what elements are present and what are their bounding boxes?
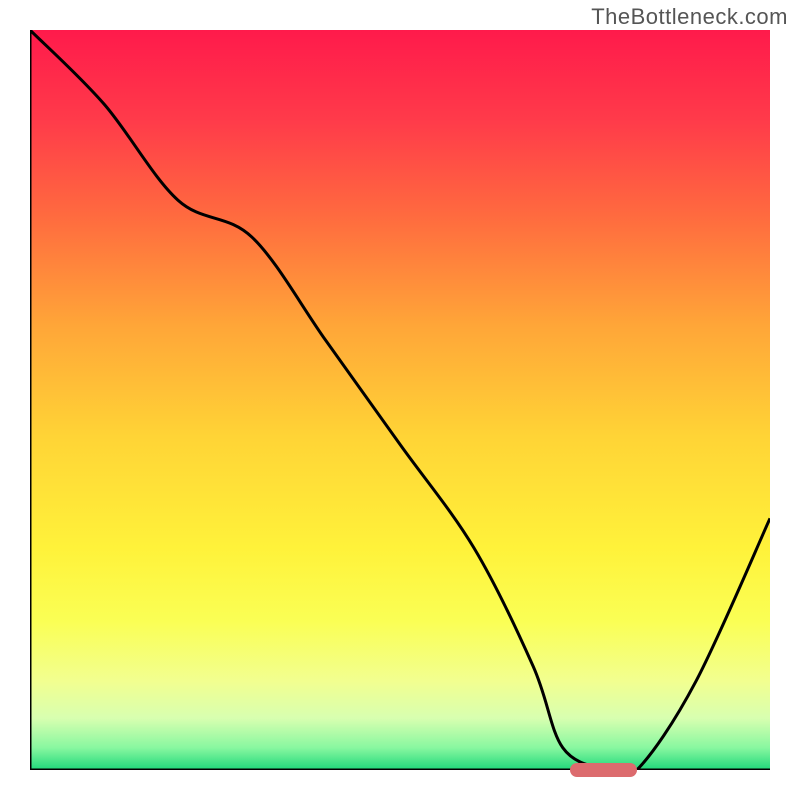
watermark-text: TheBottleneck.com [591,4,788,30]
plot-area [30,30,770,770]
plot-svg [30,30,770,770]
optimal-marker [570,763,637,777]
chart-container: TheBottleneck.com [0,0,800,800]
gradient-background [30,30,770,770]
